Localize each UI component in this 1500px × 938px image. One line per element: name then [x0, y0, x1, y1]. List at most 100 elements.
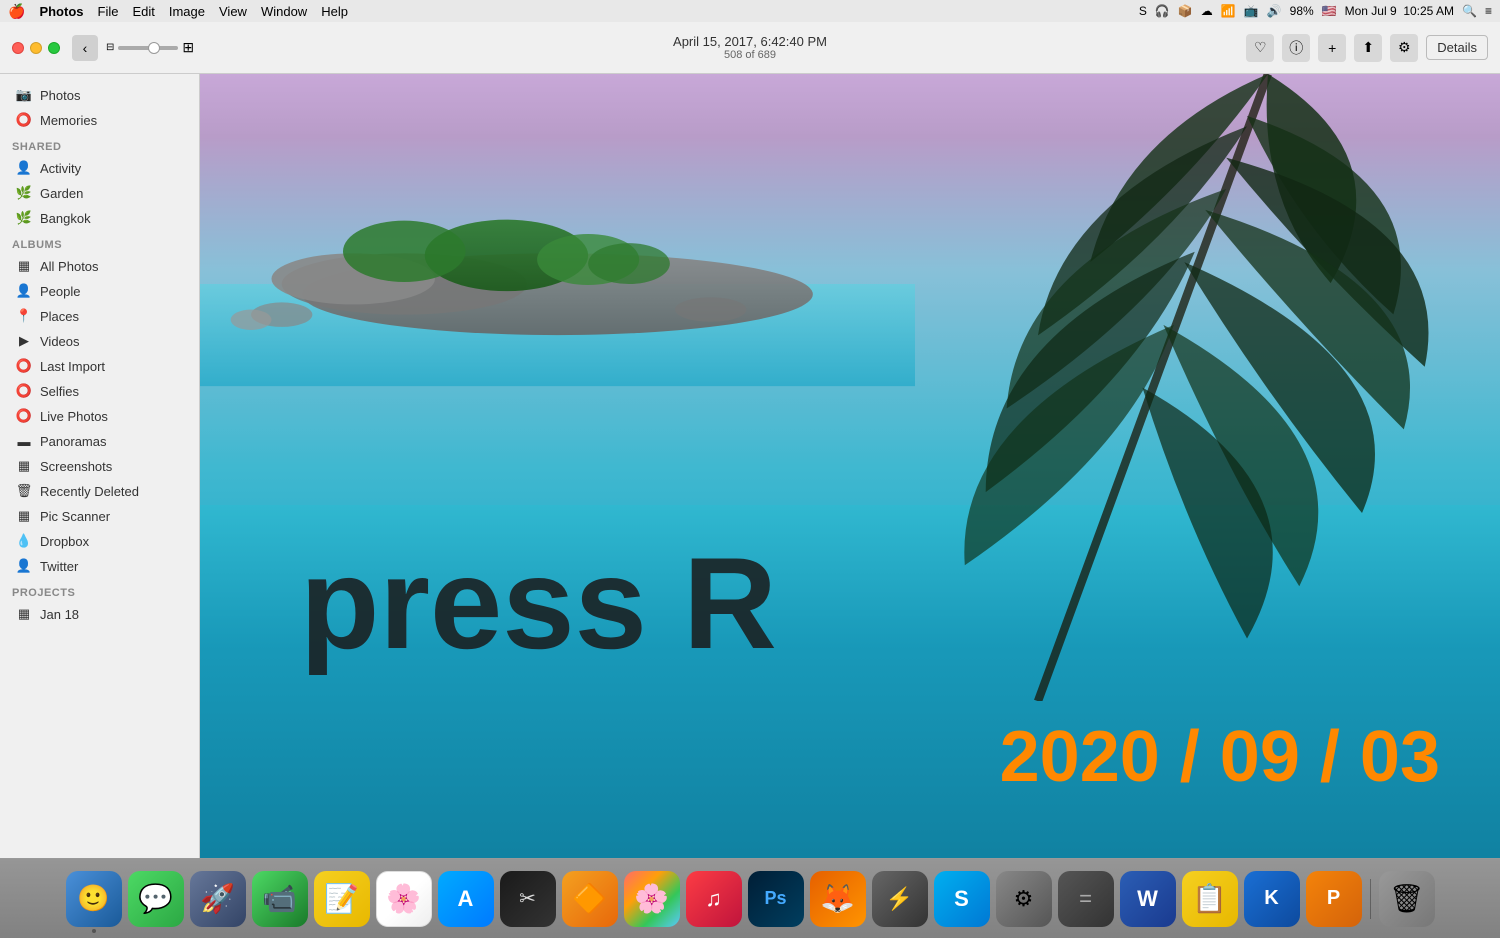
dock-item-skype[interactable]: S	[934, 871, 990, 927]
dock-item-messages[interactable]: 💬	[128, 871, 184, 927]
shared-section-label: Shared	[0, 133, 199, 155]
skype-status-icon: S	[1139, 4, 1147, 18]
dock-item-photos[interactable]: 🌸	[376, 871, 432, 927]
sidebar-item-jan18[interactable]: ▦ Jan 18	[4, 602, 195, 626]
maximize-button[interactable]	[48, 42, 60, 54]
sidebar-item-garden[interactable]: 🌿 Garden	[4, 181, 195, 205]
info-button[interactable]: ⓘ	[1282, 34, 1310, 62]
activity-icon: 👤	[16, 160, 32, 176]
menu-view[interactable]: View	[219, 4, 247, 19]
sidebar-item-last-import[interactable]: ⭕ Last Import	[4, 354, 195, 378]
sidebar-label-memories: Memories	[40, 113, 97, 128]
messages-icon: 💬	[138, 882, 173, 915]
date-overlay-text: 2020 / 09 / 03	[1000, 716, 1440, 798]
dock-item-system-prefs[interactable]: ⚙	[996, 871, 1052, 927]
dock-item-quicksilver[interactable]: ⚡	[872, 871, 928, 927]
menu-image[interactable]: Image	[169, 4, 205, 19]
dock-item-word[interactable]: W	[1120, 871, 1176, 927]
sidebar-item-memories[interactable]: ⭕ Memories	[4, 108, 195, 132]
finder-icon: 🙂	[77, 883, 109, 914]
zoom-slider[interactable]	[118, 46, 178, 50]
adjust-button[interactable]: ⚙	[1390, 34, 1418, 62]
menubar: 🍎 Photos File Edit Image View Window Hel…	[0, 0, 1500, 22]
menu-photos[interactable]: Photos	[39, 4, 83, 19]
search-icon[interactable]: 🔍	[1462, 4, 1477, 18]
dock-separator	[1370, 879, 1371, 919]
sidebar-label-bangkok: Bangkok	[40, 211, 91, 226]
live-photos-icon: ⭕	[16, 408, 32, 424]
zoom-large-icon: ⊞	[182, 39, 194, 56]
dock-item-swift[interactable]: 🔶	[562, 871, 618, 927]
dock-item-finder[interactable]: 🙂	[66, 871, 122, 927]
itunes-icon: ♫	[705, 886, 722, 912]
menu-window[interactable]: Window	[261, 4, 307, 19]
sidebar-item-people[interactable]: 👤 People	[4, 279, 195, 303]
sidebar-label-twitter: Twitter	[40, 559, 78, 574]
minimize-button[interactable]	[30, 42, 42, 54]
stickies-icon: 📝	[324, 882, 359, 915]
titlebar-center: April 15, 2017, 6:42:40 PM 508 of 689	[673, 34, 827, 61]
palm-leaf-svg	[785, 74, 1500, 701]
dock-item-photos2[interactable]: 🌸	[624, 871, 680, 927]
menu-file[interactable]: File	[98, 4, 119, 19]
sidebar-item-all-photos[interactable]: ▦ All Photos	[4, 254, 195, 278]
sidebar-item-bangkok[interactable]: 🌿 Bangkok	[4, 206, 195, 230]
dock-item-photoshop[interactable]: Ps	[748, 871, 804, 927]
sidebar-label-photos: Photos	[40, 88, 80, 103]
dock-item-appstore[interactable]: A	[438, 871, 494, 927]
menu-edit[interactable]: Edit	[132, 4, 154, 19]
dock-item-notes[interactable]: 📋	[1182, 871, 1238, 927]
close-button[interactable]	[12, 42, 24, 54]
sidebar-item-dropbox[interactable]: 💧 Dropbox	[4, 529, 195, 553]
skype-icon: S	[954, 886, 969, 912]
dock-item-finalcut[interactable]: ✂	[500, 871, 556, 927]
sidebar-item-panoramas[interactable]: ▬ Panoramas	[4, 429, 195, 453]
quicksilver-icon: ⚡	[886, 886, 913, 912]
add-button[interactable]: +	[1318, 34, 1346, 62]
sidebar-label-last-import: Last Import	[40, 359, 105, 374]
dock-item-launchpad[interactable]: 🚀	[190, 871, 246, 927]
dock-item-stickies[interactable]: 📝	[314, 871, 370, 927]
sidebar-item-screenshots[interactable]: ▦ Screenshots	[4, 454, 195, 478]
sidebar-item-photos[interactable]: 📷 Photos	[4, 83, 195, 107]
apple-menu[interactable]: 🍎	[8, 3, 25, 20]
sidebar-item-live-photos[interactable]: ⭕ Live Photos	[4, 404, 195, 428]
finalcut-icon: ✂	[519, 886, 536, 911]
dropbox-icon: 📦	[1178, 4, 1193, 18]
sidebar-item-recently-deleted[interactable]: 🗑 Recently Deleted	[4, 479, 195, 503]
sidebar-item-places[interactable]: 📍 Places	[4, 304, 195, 328]
sidebar-label-jan18: Jan 18	[40, 607, 79, 622]
sidebar-label-activity: Activity	[40, 161, 81, 176]
sidebar-item-twitter[interactable]: 👤 Twitter	[4, 554, 195, 578]
menu-help[interactable]: Help	[321, 4, 348, 19]
sidebar-item-pic-scanner[interactable]: ▦ Pic Scanner	[4, 504, 195, 528]
dock-item-firefox[interactable]: 🦊	[810, 871, 866, 927]
sidebar-item-videos[interactable]: ▶ Videos	[4, 329, 195, 353]
control-center-icon[interactable]: ≡	[1485, 4, 1492, 18]
sidebar-label-recently-deleted: Recently Deleted	[40, 484, 139, 499]
dock-item-itunes[interactable]: ♫	[686, 871, 742, 927]
appstore-icon: A	[458, 886, 474, 912]
sidebar-item-selfies[interactable]: ⭕ Selfies	[4, 379, 195, 403]
details-button[interactable]: Details	[1426, 35, 1488, 60]
dock-item-facetime[interactable]: 📹	[252, 871, 308, 927]
dock-item-pages[interactable]: P	[1306, 871, 1362, 927]
sidebar-label-all-photos: All Photos	[40, 259, 99, 274]
favorite-button[interactable]: ♡	[1246, 34, 1274, 62]
panoramas-icon: ▬	[16, 433, 32, 449]
sidebar-label-pic-scanner: Pic Scanner	[40, 509, 110, 524]
back-button[interactable]: ‹	[72, 35, 98, 61]
sidebar-label-videos: Videos	[40, 334, 80, 349]
selfies-icon: ⭕	[16, 383, 32, 399]
sidebar-label-places: Places	[40, 309, 79, 324]
photo-count: 508 of 689	[673, 49, 827, 61]
press-r-text: press R	[300, 528, 777, 678]
firefox-icon: 🦊	[820, 882, 855, 915]
dock-item-calculator[interactable]: =	[1058, 871, 1114, 927]
share-button[interactable]: ⬆	[1354, 34, 1382, 62]
dock-item-trash[interactable]: 🗑	[1379, 871, 1435, 927]
sidebar-label-selfies: Selfies	[40, 384, 79, 399]
sidebar-item-activity[interactable]: 👤 Activity	[4, 156, 195, 180]
wifi-icon: 📶	[1221, 4, 1236, 18]
dock-item-keynote[interactable]: K	[1244, 871, 1300, 927]
